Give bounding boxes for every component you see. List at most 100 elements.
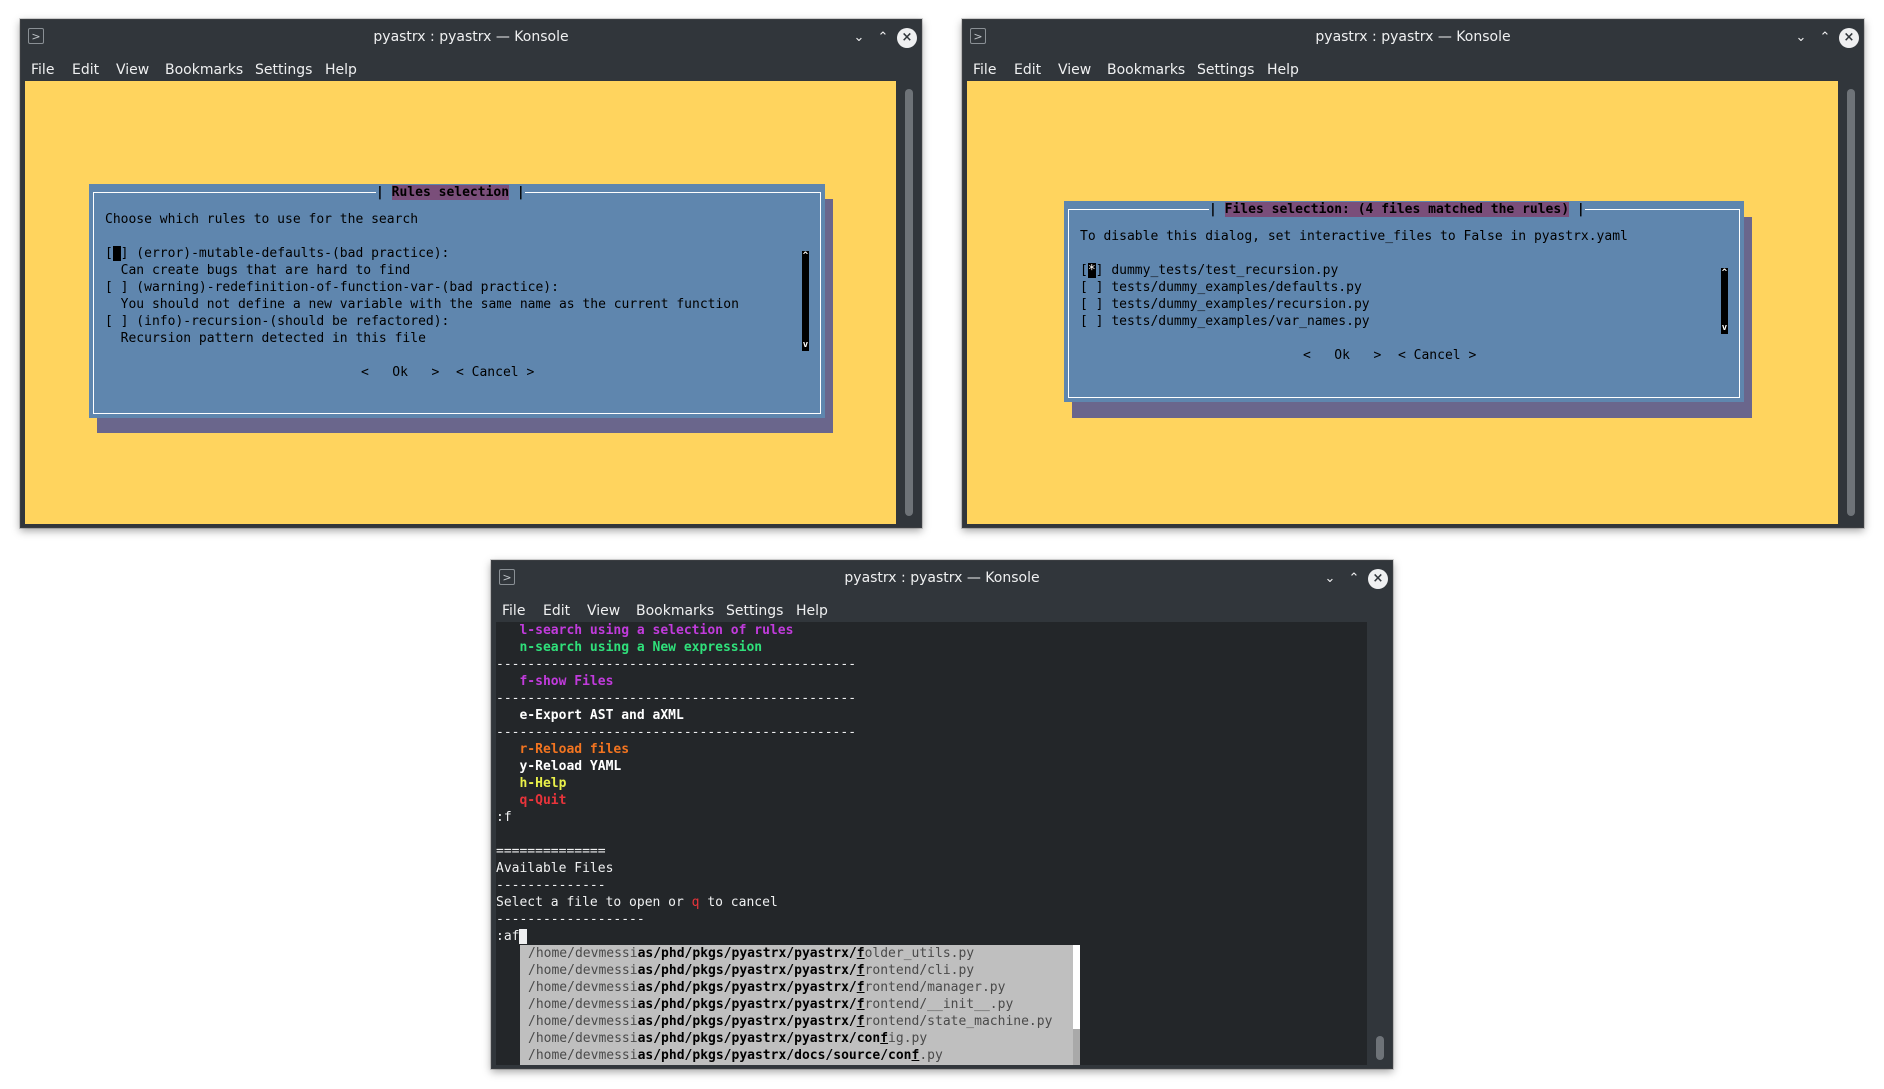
completion-scrollbar-thumb[interactable] xyxy=(1073,945,1080,1029)
completion-popup[interactable]: /home/devmessias/phd/pkgs/pyastrx/pyastr… xyxy=(520,945,1080,1065)
completion-item[interactable]: /home/devmessias/phd/pkgs/pyastrx/pyastr… xyxy=(528,996,1013,1013)
title-bar[interactable]: > pyastrx : pyastrx — Konsole ⌄ ⌃ × xyxy=(21,20,921,55)
completion-prefix: /home/devmessi xyxy=(528,997,638,1012)
completion-item[interactable]: /home/devmessias/phd/pkgs/pyastrx/pyastr… xyxy=(528,945,974,962)
checkbox: [ ] xyxy=(1080,280,1104,295)
completion-char: f xyxy=(880,1031,889,1046)
rules-dialog: | Rules selection | Choose which rules t… xyxy=(89,184,825,418)
completion-match: as/phd/pkgs/pyastrx/pyastrx/ xyxy=(637,946,857,961)
scrollbar-thumb[interactable] xyxy=(1376,1036,1384,1060)
menu-option-new-expression: n-search using a New expression xyxy=(496,640,763,655)
title-bar[interactable]: > pyastrx : pyastrx — Konsole ⌄ ⌃ × xyxy=(963,20,1863,55)
files-dialog: | Files selection: (4 files matched the … xyxy=(1064,201,1744,402)
scroll-up-icon[interactable]: ^ xyxy=(802,252,809,261)
rule-description: Recursion pattern detected in this file xyxy=(105,331,426,346)
completion-char: f xyxy=(856,980,865,995)
completion-suffix: rontend/cli.py xyxy=(864,963,975,978)
separator-line: ----------------------------------------… xyxy=(496,657,857,672)
completion-scrollbar[interactable] xyxy=(1073,945,1080,1065)
terminal-scrollbar[interactable] xyxy=(898,81,920,524)
scrollbar-thumb[interactable] xyxy=(1847,89,1855,516)
maximize-icon[interactable]: ⌃ xyxy=(1344,569,1364,589)
terminal-area[interactable]: | Files selection: (4 files matched the … xyxy=(967,81,1838,524)
file-checkbox[interactable]: [ ] tests/dummy_examples/var_names.py xyxy=(1080,313,1370,330)
select-suffix: to cancel xyxy=(699,895,778,910)
file-checkbox[interactable]: [ ] tests/dummy_examples/recursion.py xyxy=(1080,296,1370,313)
maximize-icon[interactable]: ⌃ xyxy=(873,28,893,48)
completion-item[interactable]: /home/devmessias/phd/pkgs/pyastrx/pyastr… xyxy=(528,962,974,979)
terminal-scrollbar[interactable] xyxy=(1840,81,1862,524)
menu-option-help: h-Help xyxy=(496,776,567,791)
completion-match: as/phd/pkgs/pyastrx/docs/source/con xyxy=(637,1048,912,1063)
completion-suffix: older_utils.py xyxy=(864,946,975,961)
completion-item[interactable]: /home/devmessias/phd/pkgs/pyastrx/pyastr… xyxy=(528,1013,1052,1030)
menu-option-quit: q-Quit xyxy=(496,793,567,808)
completion-char: f xyxy=(856,963,865,978)
ok-button[interactable]: < Ok > xyxy=(1303,347,1381,364)
checkbox-cursor xyxy=(112,246,121,261)
ok-button[interactable]: < Ok > xyxy=(361,364,439,381)
separator-line: ----------------------------------------… xyxy=(496,691,857,706)
dialog-scrollbar[interactable]: ^ v xyxy=(802,251,809,351)
rule-description: You should not define a new variable wit… xyxy=(105,297,739,312)
rule-checkbox-recursion[interactable]: [ ] (info)-recursion-(should be refactor… xyxy=(105,313,449,330)
konsole-window-menu: > pyastrx : pyastrx — Konsole ⌄ ⌃ × File… xyxy=(491,560,1393,1069)
rule-checkbox-redefinition[interactable]: [ ] (warning)-redefinition-of-function-v… xyxy=(105,279,559,296)
checkbox: [ ] xyxy=(1080,314,1104,329)
completion-prefix: /home/devmessi xyxy=(528,1031,638,1046)
dialog-scrollbar[interactable]: ^ v xyxy=(1721,268,1728,334)
file-name: tests/dummy_examples/recursion.py xyxy=(1111,297,1370,312)
terminal-scrollbar[interactable] xyxy=(1369,622,1391,1065)
window-title: pyastrx : pyastrx — Konsole xyxy=(844,570,1040,586)
minimize-icon[interactable]: ⌄ xyxy=(1320,569,1340,589)
dialog-prompt: To disable this dialog, set interactive_… xyxy=(1080,229,1628,244)
command-prompt-input[interactable]: :af xyxy=(496,928,528,945)
file-name: tests/dummy_examples/defaults.py xyxy=(1111,280,1362,295)
separator-line: ----------------------------------------… xyxy=(496,725,857,740)
completion-item[interactable]: /home/devmessias/phd/pkgs/pyastrx/pyastr… xyxy=(528,979,1005,996)
checkbox-checked-mark: * xyxy=(1087,263,1096,278)
separator-line: -------------- xyxy=(496,878,606,893)
completion-match: as/phd/pkgs/pyastrx/pyastrx/ xyxy=(637,980,857,995)
close-icon[interactable]: × xyxy=(897,28,917,48)
section-heading: Available Files xyxy=(496,861,614,876)
dialog-title: | Files selection: (4 files matched the … xyxy=(1209,201,1585,218)
scroll-down-icon[interactable]: v xyxy=(1721,324,1728,333)
scroll-down-icon[interactable]: v xyxy=(802,341,809,350)
cancel-button[interactable]: < Cancel > xyxy=(1398,347,1476,364)
completion-suffix: .py xyxy=(919,1048,943,1063)
completion-suffix: ig.py xyxy=(888,1031,928,1046)
scrollbar-thumb[interactable] xyxy=(905,89,913,516)
completion-match: as/phd/pkgs/pyastrx/pyastrx/ xyxy=(637,997,857,1012)
separator-line: ------------------- xyxy=(496,912,645,927)
completion-prefix: /home/devmessi xyxy=(528,1014,638,1029)
completion-char: f xyxy=(856,997,865,1012)
command-echo: :f xyxy=(496,810,512,825)
completion-suffix: rontend/__init__.py xyxy=(864,997,1014,1012)
file-checkbox[interactable]: [*] dummy_tests/test_recursion.py xyxy=(1080,262,1338,279)
scroll-up-icon[interactable]: ^ xyxy=(1721,269,1728,278)
title-bar[interactable]: > pyastrx : pyastrx — Konsole ⌄ ⌃ × xyxy=(492,561,1392,596)
completion-match: as/phd/pkgs/pyastrx/pyastrx/ xyxy=(637,963,857,978)
terminal-area[interactable]: | Rules selection | Choose which rules t… xyxy=(25,81,896,524)
konsole-window-rules: > pyastrx : pyastrx — Konsole ⌄ ⌃ × File… xyxy=(20,19,922,528)
terminal-area[interactable]: l-search using a selection of rules n-se… xyxy=(496,622,1367,1065)
close-icon[interactable]: × xyxy=(1839,28,1859,48)
window-title: pyastrx : pyastrx — Konsole xyxy=(373,29,569,45)
completion-match: as/phd/pkgs/pyastrx/pyastrx/con xyxy=(637,1031,881,1046)
minimize-icon[interactable]: ⌄ xyxy=(849,28,869,48)
maximize-icon[interactable]: ⌃ xyxy=(1815,28,1835,48)
checkbox: [ ] xyxy=(1080,297,1104,312)
close-icon[interactable]: × xyxy=(1368,569,1388,589)
cancel-button[interactable]: < Cancel > xyxy=(456,364,534,381)
completion-char: f xyxy=(856,946,865,961)
completion-match: as/phd/pkgs/pyastrx/pyastrx/ xyxy=(637,1014,857,1029)
menu-option-reload-files: r-Reload files xyxy=(496,742,630,757)
completion-item[interactable]: /home/devmessias/phd/pkgs/pyastrx/docs/s… xyxy=(528,1047,943,1064)
file-checkbox[interactable]: [ ] tests/dummy_examples/defaults.py xyxy=(1080,279,1362,296)
completion-item[interactable]: /home/devmessias/phd/pkgs/pyastrx/pyastr… xyxy=(528,1030,927,1047)
rule-description: Can create bugs that are hard to find xyxy=(105,263,411,278)
minimize-icon[interactable]: ⌄ xyxy=(1791,28,1811,48)
rule-checkbox-mutable-defaults[interactable]: [ ] (error)-mutable-defaults-(bad practi… xyxy=(105,245,449,262)
completion-prefix: /home/devmessi xyxy=(528,980,638,995)
